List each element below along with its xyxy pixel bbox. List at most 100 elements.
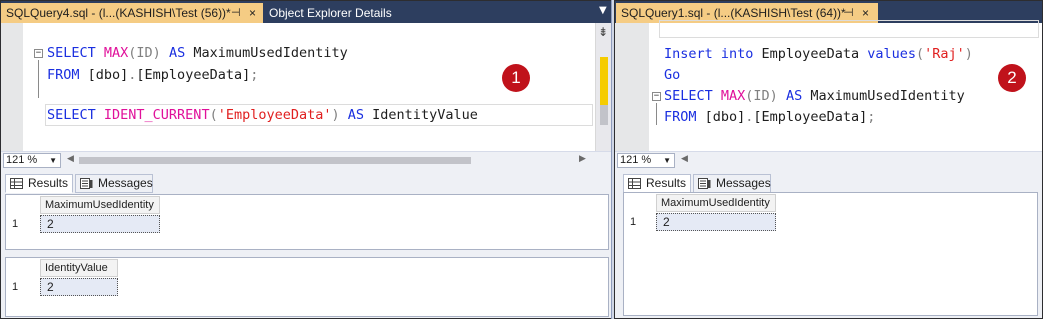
left-scroll-marker (600, 57, 608, 105)
code-token: ( (916, 46, 925, 62)
code-line[interactable]: Insert into EmployeeData values('Raj') (664, 44, 973, 64)
tab-sqlquery4[interactable]: SQLQuery4.sql - (l...(KASHISH\Test (56))… (1, 3, 263, 23)
left-hscroll-thumb[interactable] (79, 157, 471, 164)
code-token: SELECT (664, 88, 721, 104)
left-fold-line (38, 60, 39, 98)
left-scroll-thumb[interactable] (600, 105, 608, 125)
code-token: ) (331, 107, 348, 123)
right-zoom-select[interactable]: 121 % ▼ (617, 153, 675, 168)
scroll-right-arrow-icon[interactable]: ▶ (579, 154, 586, 164)
left-zoom-select[interactable]: 121 % ▼ (3, 153, 61, 168)
tab-object-explorer-details-label: Object Explorer Details (269, 6, 392, 20)
right-zoom-value: 121 % (620, 154, 652, 166)
grid-results-icon (10, 178, 23, 189)
code-token: FROM (47, 67, 88, 83)
right-zoom-bar: 121 % ▼ ◀ (615, 151, 1042, 168)
code-token: Insert (664, 46, 721, 62)
column-header[interactable]: MaximumUsedIdentity (40, 196, 160, 214)
code-line[interactable]: FROM [dbo].[EmployeeData]; (664, 107, 875, 127)
left-selection-margin (1, 23, 23, 151)
left-result-grid-1[interactable]: MaximumUsedIdentity 1 2 (5, 194, 609, 250)
code-token: (ID) (128, 45, 169, 61)
right-result-grid-1[interactable]: MaximumUsedIdentity 1 2 (623, 192, 1038, 316)
left-vertical-scrollbar[interactable]: ⇟ (595, 23, 612, 151)
code-token: ; (867, 109, 876, 125)
dropdown-arrow-icon[interactable]: ▼ (663, 154, 671, 167)
code-token: [dbo] (704, 109, 746, 125)
split-editor-icon[interactable]: ⇟ (598, 25, 608, 39)
row-number[interactable]: 1 (6, 215, 36, 233)
result-cell[interactable]: 2 (656, 213, 776, 231)
left-query-window: SQLQuery4.sql - (l...(KASHISH\Test (56))… (0, 0, 614, 319)
fold-collapse-icon[interactable]: − (34, 49, 43, 58)
messages-icon (698, 178, 711, 189)
code-token: AS (785, 88, 811, 104)
annotation-badge-1: 1 (502, 64, 530, 92)
code-token: (ID) (745, 88, 786, 104)
right-fold-line (656, 103, 657, 125)
left-zoom-bar: 121 % ▼ ◀ ▶ (1, 151, 613, 168)
dropdown-arrow-icon[interactable]: ▼ (49, 154, 57, 167)
code-token: [dbo] (87, 67, 129, 83)
tab-results-label: Results (646, 176, 687, 190)
code-token: MAX (103, 45, 129, 61)
code-token: AS (347, 107, 373, 123)
tab-messages-label: Messages (716, 176, 771, 190)
code-line[interactable]: FROM [dbo].[EmployeeData]; (47, 65, 258, 85)
code-token: FROM (664, 109, 705, 125)
code-token: EmployeeData (761, 46, 868, 62)
code-token: ) (964, 46, 973, 62)
code-token: SELECT (47, 45, 104, 61)
tab-messages[interactable]: Messages (75, 174, 153, 193)
row-number[interactable]: 1 (624, 213, 652, 231)
tab-sqlquery1-label: SQLQuery1.sql - (l...(KASHISH\Test (64))… (621, 6, 846, 20)
code-line[interactable]: Go (664, 65, 680, 85)
left-result-grid-2[interactable]: IdentityValue 1 2 (5, 257, 609, 317)
pin-icon[interactable]: ⊣ (231, 3, 241, 23)
left-zoom-value: 121 % (6, 154, 38, 166)
tab-messages[interactable]: Messages (693, 174, 771, 193)
left-tab-strip: SQLQuery4.sql - (l...(KASHISH\Test (56))… (1, 1, 614, 23)
right-results-tabs: Results Messages (615, 171, 1042, 193)
scroll-left-arrow-icon[interactable]: ◀ (681, 154, 688, 164)
code-token: ( (209, 107, 218, 123)
code-token: into (720, 46, 762, 62)
right-horizontal-scrollbar[interactable]: ◀ (679, 154, 1039, 167)
code-token: SELECT (47, 107, 104, 123)
result-cell[interactable]: 2 (40, 278, 118, 296)
column-header[interactable]: MaximumUsedIdentity (656, 194, 776, 212)
code-token: MaximumUsedIdentity (810, 88, 965, 104)
dropdown-arrow-icon[interactable]: ▼ (599, 5, 607, 16)
tab-messages-label: Messages (98, 176, 153, 190)
close-icon[interactable]: × (249, 3, 256, 23)
grid-results-icon (628, 178, 641, 189)
tab-results[interactable]: Results (623, 174, 691, 193)
code-token: IDENT_CURRENT (103, 107, 210, 123)
tab-sqlquery4-label: SQLQuery4.sql - (l...(KASHISH\Test (56))… (6, 6, 231, 20)
right-query-window: SQLQuery1.sql - (l...(KASHISH\Test (64))… (614, 0, 1043, 319)
code-token: 'Raj' (924, 46, 965, 62)
left-horizontal-scrollbar[interactable]: ◀ ▶ (65, 154, 593, 167)
left-results-tabs: Results Messages (1, 171, 613, 193)
right-current-line-highlight (659, 20, 1039, 38)
fold-collapse-icon[interactable]: − (652, 92, 661, 101)
code-token: AS (168, 45, 194, 61)
tab-results-label: Results (28, 176, 69, 190)
code-line[interactable]: SELECT MAX(ID) AS MaximumUsedIdentity (664, 86, 965, 106)
row-number[interactable]: 1 (6, 278, 36, 296)
result-cell[interactable]: 2 (40, 215, 160, 233)
right-selection-margin (615, 23, 649, 151)
code-token: MaximumUsedIdentity (193, 45, 348, 61)
tab-object-explorer-details[interactable]: Object Explorer Details (264, 3, 414, 23)
code-token: ; (250, 67, 259, 83)
scroll-left-arrow-icon[interactable]: ◀ (67, 154, 74, 164)
code-line[interactable]: SELECT MAX(ID) AS MaximumUsedIdentity (47, 43, 348, 63)
column-header[interactable]: IdentityValue (40, 259, 118, 277)
right-code-editor[interactable]: Insert into EmployeeData values('Raj') Go… (615, 20, 1042, 151)
tab-results[interactable]: Results (5, 174, 73, 193)
code-token: IdentityValue (372, 107, 478, 123)
code-line[interactable]: SELECT IDENT_CURRENT('EmployeeData') AS … (47, 105, 478, 125)
code-token: 'EmployeeData' (217, 107, 332, 123)
code-token: MAX (720, 88, 746, 104)
annotation-badge-2: 2 (998, 64, 1026, 92)
